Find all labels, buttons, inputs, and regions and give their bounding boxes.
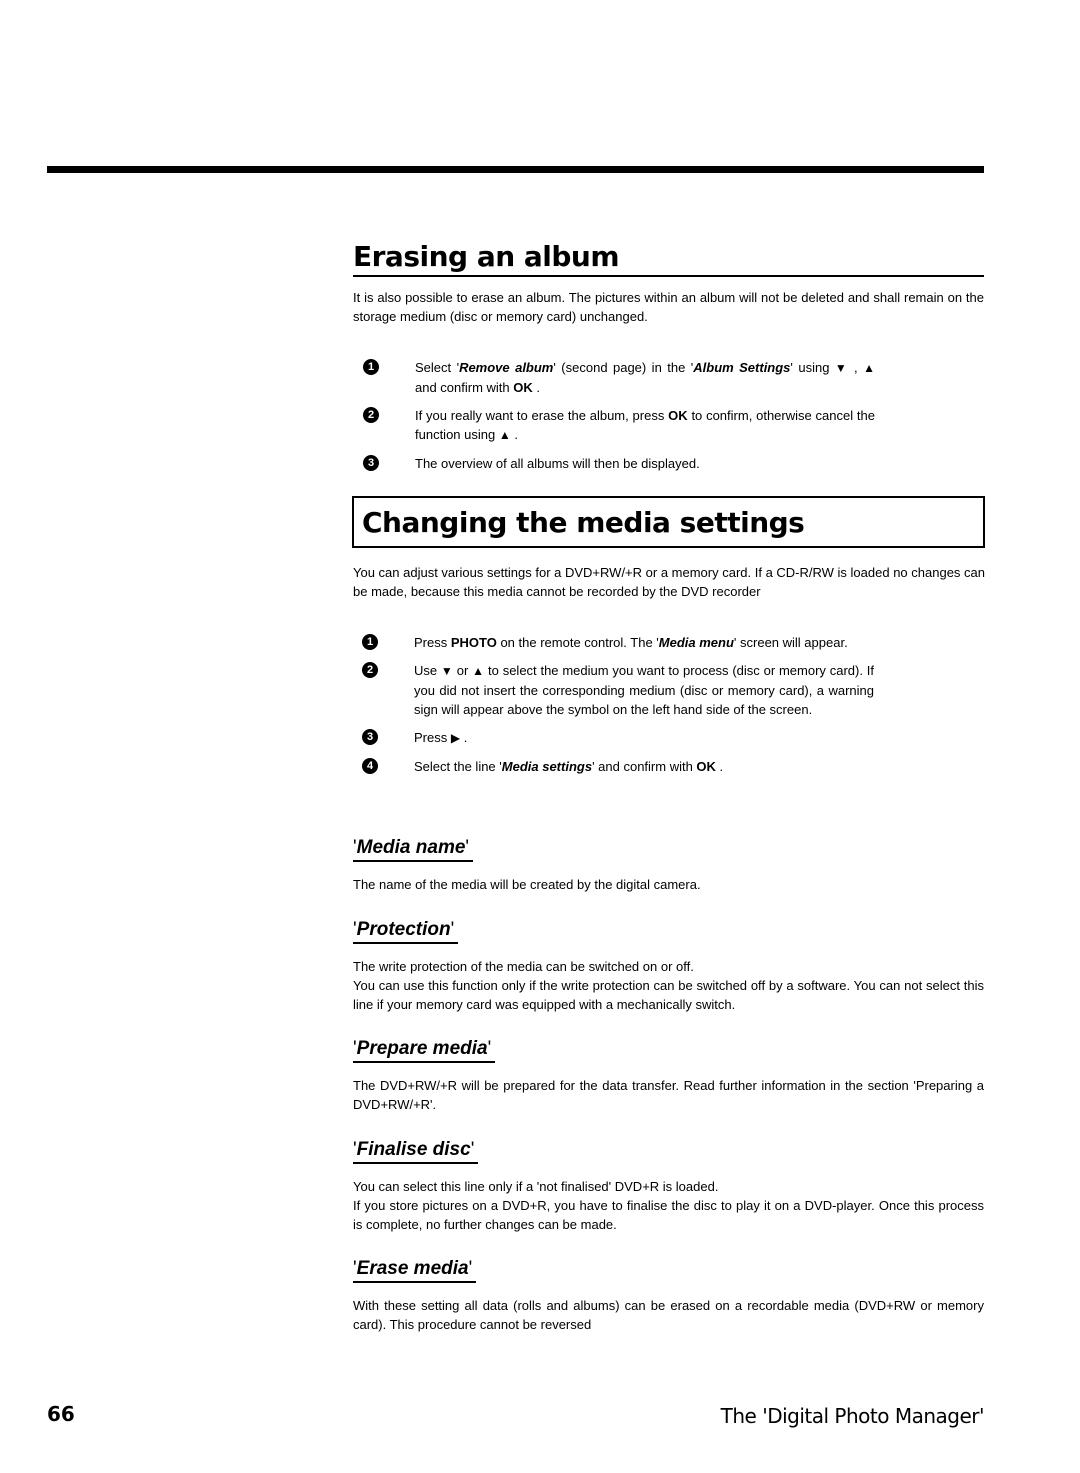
ok-key-ref: OK bbox=[668, 408, 688, 423]
header-rule bbox=[47, 166, 984, 173]
step-item: 2 Use ▼ or ▲ to select the medium you wa… bbox=[352, 661, 874, 719]
step-list: 1 Press PHOTO on the remote control. The… bbox=[352, 633, 985, 776]
step-item: 2 If you really want to erase the album,… bbox=[353, 406, 875, 445]
section-media-settings: Changing the media settings You can adju… bbox=[352, 496, 985, 785]
photo-key-ref: PHOTO bbox=[450, 635, 497, 650]
section-title: Changing the media settings bbox=[352, 496, 985, 548]
subsection-text: With these setting all data (rolls and a… bbox=[353, 1298, 984, 1332]
step-number-icon: 2 bbox=[362, 662, 378, 678]
subsection-erase-media: 'Erase media' With these setting all dat… bbox=[353, 1257, 984, 1334]
up-arrow-icon: ▲ bbox=[498, 428, 511, 442]
section-erasing-album: Erasing an album It is also possible to … bbox=[353, 240, 984, 482]
section-intro: You can adjust various settings for a DV… bbox=[353, 565, 985, 599]
step-item: 3 The overview of all albums will then b… bbox=[353, 454, 875, 473]
step-number-icon: 1 bbox=[362, 634, 378, 650]
subsection-finalise-disc: 'Finalise disc' You can select this line… bbox=[353, 1138, 984, 1234]
menu-item-ref: Media settings bbox=[501, 759, 593, 774]
subsection-title: 'Media name' bbox=[353, 836, 474, 862]
subsection-title: 'Protection' bbox=[353, 918, 459, 944]
chapter-title: The 'Digital Photo Manager' bbox=[720, 1404, 985, 1428]
section-title: Erasing an album bbox=[353, 240, 984, 277]
subsection-protection: 'Protection' The write protection of the… bbox=[353, 918, 984, 1014]
ok-key-ref: OK bbox=[513, 380, 533, 395]
menu-ref: Media menu bbox=[658, 635, 734, 650]
down-arrow-icon: ▼ bbox=[440, 664, 453, 678]
step-item: 1 Press PHOTO on the remote control. The… bbox=[352, 633, 874, 652]
section-intro: It is also possible to erase an album. T… bbox=[353, 290, 984, 324]
step-number-icon: 3 bbox=[362, 729, 378, 745]
subsection-title: 'Erase media' bbox=[353, 1257, 477, 1283]
step-item: 1 Select 'Remove album' (second page) in… bbox=[353, 358, 875, 397]
step-number-icon: 3 bbox=[363, 455, 379, 471]
step-number-icon: 1 bbox=[363, 359, 379, 375]
subsection-text: If you store pictures on a DVD+R, you ha… bbox=[353, 1198, 984, 1232]
subsection-text: The DVD+RW/+R will be prepared for the d… bbox=[353, 1078, 984, 1112]
ok-key-ref: OK bbox=[696, 759, 716, 774]
step-list: 1 Select 'Remove album' (second page) in… bbox=[353, 358, 984, 473]
up-arrow-icon: ▲ bbox=[863, 361, 875, 375]
right-arrow-icon: ▶ bbox=[450, 731, 461, 745]
step-item: 4 Select the line 'Media settings' and c… bbox=[352, 757, 874, 776]
up-arrow-icon: ▲ bbox=[472, 664, 485, 678]
subsection-title: 'Finalise disc' bbox=[353, 1138, 479, 1164]
menu-ref: Album Settings bbox=[693, 360, 791, 375]
subsection-text: The name of the media will be created by… bbox=[353, 877, 701, 892]
step-number-icon: 2 bbox=[363, 407, 379, 423]
subsection-text: You can select this line only if a 'not … bbox=[353, 1179, 719, 1194]
menu-item-ref: Remove album bbox=[459, 360, 554, 375]
step-item: 3 Press ▶ . bbox=[352, 728, 874, 748]
page-number: 66 bbox=[47, 1402, 75, 1426]
subsection-title: 'Prepare media' bbox=[353, 1037, 496, 1063]
down-arrow-icon: ▼ bbox=[834, 361, 849, 375]
step-number-icon: 4 bbox=[362, 758, 378, 774]
subsection-text: You can use this function only if the wr… bbox=[353, 978, 984, 1012]
subsection-text: The write protection of the media can be… bbox=[353, 959, 694, 974]
subsection-media-name: 'Media name' The name of the media will … bbox=[353, 836, 984, 894]
subsection-prepare-media: 'Prepare media' The DVD+RW/+R will be pr… bbox=[353, 1037, 984, 1114]
